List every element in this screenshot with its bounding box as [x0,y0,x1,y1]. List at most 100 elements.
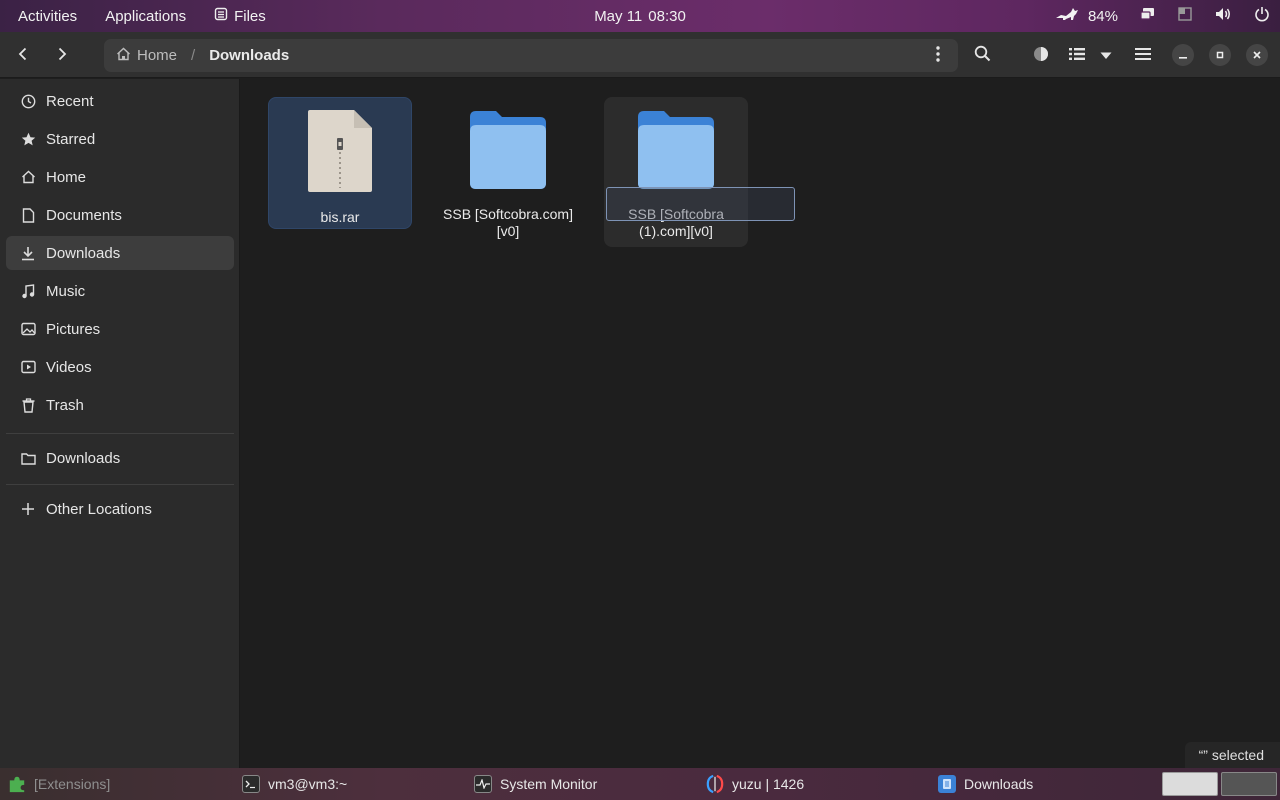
file-name: bis.rar [320,209,360,225]
close-icon [1252,47,1262,63]
system-monitor-icon [474,775,492,793]
view-toggle[interactable] [1064,38,1120,72]
task-label: Downloads [964,776,1034,792]
files-app-icon [214,7,228,25]
sidebar-item-trash[interactable]: Trash [6,388,234,422]
forward-button[interactable] [45,38,79,72]
chevron-left-icon [17,47,29,64]
minimize-icon [1178,47,1188,63]
list-view-button[interactable] [1064,38,1090,72]
files-app-menu[interactable]: Files [200,0,280,32]
sidebar-item-label: Home [46,168,87,186]
files-icon [938,775,956,793]
breadcrumb-current[interactable]: Downloads [209,47,289,64]
search-icon [974,45,991,65]
music-icon [20,283,36,299]
minimize-button[interactable] [1172,44,1194,66]
task-label: yuzu | 1426 [732,776,805,792]
puzzle-icon [8,775,26,793]
sidebar-item-pictures[interactable]: Pictures [6,312,234,346]
sidebar-item-recent[interactable]: Recent [6,84,234,118]
taskbar: [Extensions] vm3@vm3:~ System Monitor yu… [0,768,1280,800]
task-label: vm3@vm3:~ [268,776,348,792]
task-yuzu[interactable]: yuzu | 1426 [706,768,804,800]
sidebar-item-documents[interactable]: Documents [6,198,234,232]
clock-date: May 11 [594,7,643,25]
top-bar: Activities Applications Files May 11 08:… [0,0,1280,32]
clock[interactable]: May 11 08:30 [594,0,686,32]
applications-menu[interactable]: Applications [91,0,200,32]
document-icon [20,207,36,223]
file-name: SSB [Softcobra.com][v0] [443,206,573,239]
path-menu-button[interactable] [924,41,952,69]
view-options-button[interactable] [1096,38,1116,72]
home-icon [116,47,131,65]
task-label: System Monitor [500,776,598,792]
sidebar-divider [6,484,234,485]
sidebar-item-downloads[interactable]: Downloads [6,236,234,270]
folder-icon [20,450,36,466]
battery-percent: 84% [1087,7,1118,25]
sidebar-item-label: Recent [46,92,94,110]
chevron-right-icon [56,47,68,64]
sidebar-item-label: Trash [46,396,84,414]
breadcrumb-home[interactable]: Home [116,47,177,65]
task-files[interactable]: Downloads [938,768,1033,800]
trash-icon [20,397,36,413]
file-view[interactable]: bis.rar SSB [Softcobra.com][v0] SSB [Sof… [241,79,1280,768]
sidebar-divider [6,433,234,434]
workspace-1[interactable] [1162,772,1218,796]
hamburger-icon [1135,47,1151,64]
activities-button[interactable]: Activities [0,0,91,32]
workspace-2[interactable] [1221,772,1277,796]
maximize-icon [1215,47,1225,63]
rubber-band-selection [606,187,795,221]
sidebar-item-starred[interactable]: Starred [6,122,234,156]
task-system-monitor[interactable]: System Monitor [474,768,597,800]
sidebar-item-other-locations[interactable]: Other Locations [6,492,234,526]
sidebar-item-label: Music [46,282,86,300]
sidebar-item-videos[interactable]: Videos [6,350,234,384]
cat-battery-icon [1054,6,1080,26]
maximize-button[interactable] [1209,44,1231,66]
main-menu-button[interactable] [1126,38,1160,72]
folder-item[interactable]: SSB [Softcobra.com][v0] [436,97,580,247]
layout-icon[interactable] [1178,7,1192,25]
selection-status: “” selected [1184,742,1280,768]
sidebar-item-label: Starred [46,130,96,148]
power-icon[interactable] [1254,6,1270,26]
archive-file-icon [306,108,374,197]
star-icon [20,131,36,147]
task-terminal[interactable]: vm3@vm3:~ [242,768,347,800]
file-item[interactable]: bis.rar [268,97,412,229]
sidebar-item-label: Documents [46,206,122,224]
vertical-dots-icon [936,45,940,65]
sidebar-item-home[interactable]: Home [6,160,234,194]
screen-share-icon[interactable] [1140,6,1156,26]
dropdown-triangle-icon [1100,47,1112,63]
activities-label: Activities [18,7,78,25]
home-icon [20,169,36,185]
back-button[interactable] [6,38,40,72]
folder-icon [636,107,716,194]
breadcrumb-separator: / [191,47,196,64]
task-extensions[interactable]: [Extensions] [8,768,110,800]
sidebar-bookmark-downloads[interactable]: Downloads [6,441,234,475]
video-icon [20,359,36,375]
path-bar: Home / Downloads [104,39,958,72]
picture-icon [20,321,36,337]
operations-indicator[interactable] [1024,38,1058,72]
list-icon [1069,47,1085,64]
close-button[interactable] [1246,44,1268,66]
clock-icon [20,93,36,109]
folder-item[interactable]: SSB [Softcobra (1).com][v0] [604,97,748,247]
volume-icon[interactable] [1214,6,1232,26]
battery-indicator[interactable]: 84% [1054,6,1118,26]
yuzu-icon [706,774,724,794]
folder-icon [468,107,548,194]
sidebar: Recent Starred Home Documents Downloads … [0,79,240,768]
clock-time: 08:30 [648,7,686,25]
sidebar-item-music[interactable]: Music [6,274,234,308]
search-button[interactable] [965,38,999,72]
applications-label: Applications [105,7,187,25]
